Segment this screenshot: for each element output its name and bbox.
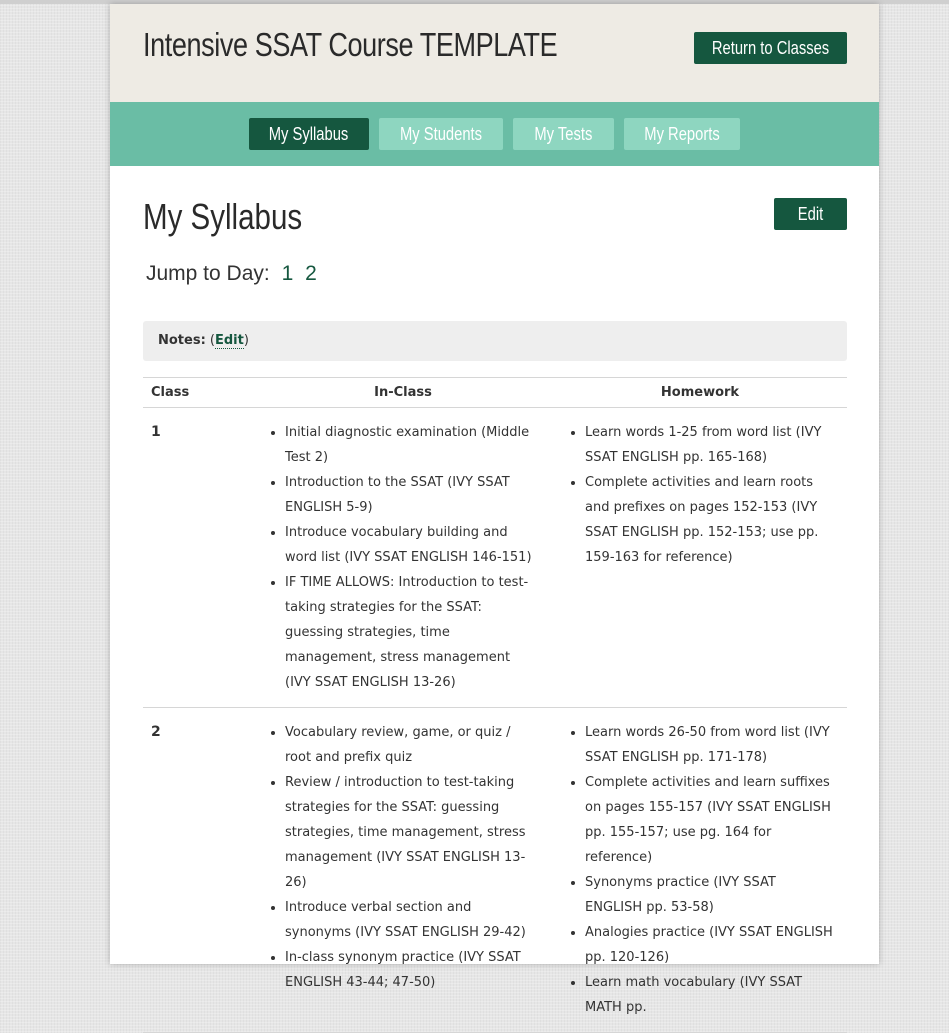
column-header-homework: Homework [553, 377, 847, 408]
column-header-in-class: In-Class [253, 377, 553, 408]
in-class-cell: Vocabulary review, game, or quiz / root … [253, 707, 553, 1033]
jump-day-2-link[interactable]: 2 [305, 262, 317, 285]
table-row: 1 Initial diagnostic examination (Middle… [143, 407, 847, 708]
tab-my-tests[interactable]: My Tests [513, 118, 614, 150]
homework-list: Learn words 1-25 from word list (IVY SSA… [553, 420, 847, 570]
in-class-list: Vocabulary review, game, or quiz / root … [253, 720, 553, 995]
return-to-classes-button[interactable]: Return to Classes [694, 32, 847, 64]
class-number: 2 [143, 707, 253, 1033]
return-to-classes-label: Return to Classes [711, 38, 830, 58]
list-item: Vocabulary review, game, or quiz / root … [285, 720, 553, 770]
page-title: My Syllabus [143, 196, 303, 237]
edit-syllabus-button[interactable]: Edit [774, 198, 847, 230]
syllabus-table: Class In-Class Homework 1 Initial diagno… [143, 377, 847, 1033]
edit-label: Edit [797, 204, 824, 224]
notes-edit-link[interactable]: Edit [215, 333, 244, 349]
list-item: Complete activities and learn roots and … [585, 470, 847, 570]
notes-panel: Notes: (Edit) [143, 321, 847, 361]
in-class-cell: Initial diagnostic examination (Middle T… [253, 407, 553, 708]
list-item: Learn words 1-25 from word list (IVY SSA… [585, 420, 847, 470]
table-row: 2 Vocabulary review, game, or quiz / roo… [143, 707, 847, 1033]
list-item: Introduce vocabulary building and word l… [285, 520, 553, 570]
column-header-class: Class [143, 377, 253, 408]
table-header-row: Class In-Class Homework [143, 377, 847, 408]
jump-day-1-link[interactable]: 1 [282, 262, 294, 285]
in-class-list: Initial diagnostic examination (Middle T… [253, 420, 553, 695]
list-item: Introduction to the SSAT (IVY SSAT ENGLI… [285, 470, 553, 520]
class-number: 1 [143, 407, 253, 708]
list-item: In-class synonym practice (IVY SSAT ENGL… [285, 945, 553, 995]
list-item: Initial diagnostic examination (Middle T… [285, 420, 553, 470]
list-item: Learn words 26-50 from word list (IVY SS… [585, 720, 847, 770]
tab-my-students[interactable]: My Students [379, 118, 503, 150]
list-item: Complete activities and learn suffixes o… [585, 770, 847, 870]
jump-to-day: Jump to Day: 1 2 [146, 262, 317, 286]
course-header: Intensive SSAT Course TEMPLATE Return to… [110, 4, 879, 102]
list-item: IF TIME ALLOWS: Introduction to test-tak… [285, 570, 553, 695]
page-container: Intensive SSAT Course TEMPLATE Return to… [110, 4, 879, 1033]
tab-label: My Reports [644, 124, 720, 144]
list-item: Synonyms practice (IVY SSAT ENGLISH pp. … [585, 870, 847, 920]
tab-label: My Students [399, 124, 483, 144]
tab-my-reports[interactable]: My Reports [624, 118, 740, 150]
tab-nav: My Syllabus My Students My Tests My Repo… [110, 102, 879, 166]
course-title: Intensive SSAT Course TEMPLATE [143, 26, 558, 63]
list-item: Review / introduction to test-taking str… [285, 770, 553, 895]
list-item: Introduce verbal section and synonyms (I… [285, 895, 553, 945]
list-item: Learn math vocabulary (IVY SSAT MATH pp. [585, 970, 847, 1020]
homework-list: Learn words 26-50 from word list (IVY SS… [553, 720, 847, 1020]
notes-label: Notes: [158, 333, 206, 348]
tab-label: My Tests [534, 124, 593, 144]
tab-label: My Syllabus [269, 124, 349, 144]
homework-cell: Learn words 1-25 from word list (IVY SSA… [553, 407, 847, 708]
homework-cell: Learn words 26-50 from word list (IVY SS… [553, 707, 847, 1033]
tab-my-syllabus[interactable]: My Syllabus [249, 118, 369, 150]
jump-label: Jump to Day: [146, 262, 270, 285]
list-item: Analogies practice (IVY SSAT ENGLISH pp.… [585, 920, 847, 970]
